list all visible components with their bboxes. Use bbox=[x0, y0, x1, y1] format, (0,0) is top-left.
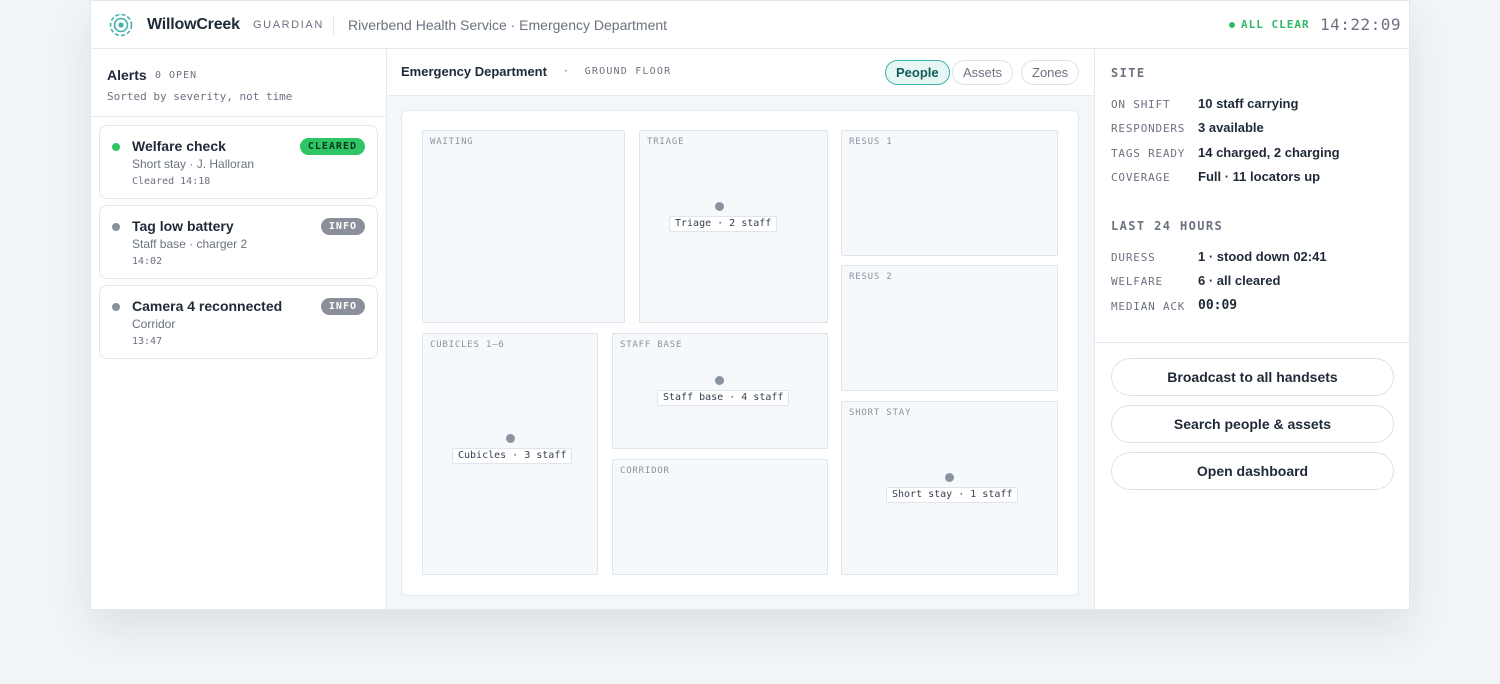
alert-title: Camera 4 reconnected bbox=[132, 298, 283, 314]
system-status: ALL CLEAR bbox=[1229, 18, 1310, 31]
alert-title: Welfare check bbox=[132, 138, 226, 154]
last24-value: 6 · all cleared bbox=[1198, 273, 1281, 288]
zone-staff-base[interactable]: STAFF BASE Staff base · 4 staff bbox=[612, 333, 828, 449]
zone-waiting[interactable]: WAITING bbox=[422, 130, 625, 323]
alert-location: Short stay · J. Halloran bbox=[132, 157, 255, 171]
alert-status-dot-icon bbox=[112, 143, 120, 151]
site-key: ON SHIFT bbox=[1111, 98, 1171, 111]
staff-marker-icon[interactable] bbox=[715, 376, 724, 385]
alert-status-dot-icon bbox=[112, 223, 120, 231]
staff-marker-icon[interactable] bbox=[506, 434, 515, 443]
last24-key: WELFARE bbox=[1111, 275, 1163, 288]
site-key: COVERAGE bbox=[1111, 171, 1171, 184]
site-key: TAGS READY bbox=[1111, 147, 1186, 160]
zone-label: WAITING bbox=[430, 137, 474, 147]
map-floor: · GROUND FLOOR bbox=[563, 66, 672, 77]
alert-card-tag-low-battery[interactable]: Tag low battery Staff base · charger 2 1… bbox=[99, 205, 378, 279]
view-tab-assets[interactable]: Assets bbox=[952, 60, 1014, 85]
site-value: 3 available bbox=[1198, 120, 1264, 135]
map-header: Emergency Department · GROUND FLOOR Peop… bbox=[387, 49, 1094, 96]
alert-location: Corridor bbox=[132, 317, 176, 331]
staff-marker-icon[interactable] bbox=[715, 202, 724, 211]
zone-short-stay[interactable]: SHORT STAY Short stay · 1 staff bbox=[841, 401, 1058, 575]
zone-label: TRIAGE bbox=[647, 137, 685, 147]
site-value: 10 staff carrying bbox=[1198, 96, 1299, 111]
staff-marker-label: Short stay · 1 staff bbox=[886, 487, 1019, 503]
willowcreek-logo-icon bbox=[109, 13, 133, 37]
last24-section-title: LAST 24 HOURS bbox=[1111, 219, 1224, 233]
floor-map-panel: Emergency Department · GROUND FLOOR Peop… bbox=[387, 49, 1094, 609]
alert-card-welfare-check[interactable]: Welfare check Short stay · J. Halloran C… bbox=[99, 125, 378, 199]
staff-marker-label: Staff base · 4 staff bbox=[657, 390, 790, 406]
alerts-title: Alerts bbox=[107, 67, 147, 83]
site-panel: SITE ON SHIFT 10 staff carrying RESPONDE… bbox=[1094, 49, 1409, 609]
zone-label: CORRIDOR bbox=[620, 466, 670, 476]
zone-label: RESUS 2 bbox=[849, 272, 893, 282]
alert-time: 13:47 bbox=[132, 336, 163, 347]
clock: 14:22:09 bbox=[1320, 15, 1402, 34]
app-window: WillowCreek GUARDIAN Riverbend Health Se… bbox=[90, 0, 1410, 610]
alerts-count: 0 OPEN bbox=[155, 70, 198, 81]
alert-card-camera-reconnected[interactable]: Camera 4 reconnected Corridor 13:47 INFO bbox=[99, 285, 378, 359]
staff-marker-icon[interactable] bbox=[945, 473, 954, 482]
alert-time: 14:02 bbox=[132, 256, 163, 267]
staff-marker-label: Cubicles · 3 staff bbox=[452, 448, 573, 464]
zone-label: SHORT STAY bbox=[849, 408, 912, 418]
alert-title: Tag low battery bbox=[132, 218, 234, 234]
alert-status-dot-icon bbox=[112, 303, 120, 311]
open-dashboard-button[interactable]: Open dashboard bbox=[1111, 452, 1394, 490]
alert-badge: INFO bbox=[320, 218, 365, 235]
alert-badge: CLEARED bbox=[299, 138, 365, 155]
site-key: RESPONDERS bbox=[1111, 122, 1186, 135]
brand-name: WillowCreek bbox=[147, 16, 240, 33]
floor-map: WAITING TRIAGE Triage · 2 staff RESUS 1 … bbox=[401, 110, 1079, 596]
zone-label: CUBICLES 1–6 bbox=[430, 340, 505, 350]
alerts-header: Alerts 0 OPEN Sorted by severity, not ti… bbox=[91, 49, 386, 117]
zone-resus-2[interactable]: RESUS 2 bbox=[841, 265, 1058, 391]
brand-product: GUARDIAN bbox=[253, 19, 324, 31]
zone-cubicles[interactable]: CUBICLES 1–6 Cubicles · 3 staff bbox=[422, 333, 598, 575]
last24-value: 00:09 bbox=[1198, 298, 1238, 313]
zone-triage[interactable]: TRIAGE Triage · 2 staff bbox=[639, 130, 828, 323]
last24-key: DURESS bbox=[1111, 251, 1156, 264]
staff-marker-label: Triage · 2 staff bbox=[669, 216, 778, 232]
last24-key: MEDIAN ACK bbox=[1111, 300, 1186, 313]
site-value: Full · 11 locators up bbox=[1198, 169, 1321, 184]
alerts-sort-note: Sorted by severity, not time bbox=[107, 90, 293, 103]
broadcast-button[interactable]: Broadcast to all handsets bbox=[1111, 358, 1394, 396]
view-tab-zones[interactable]: Zones bbox=[1021, 60, 1080, 85]
map-floor-label: GROUND FLOOR bbox=[584, 66, 672, 77]
status-dot-icon bbox=[1229, 21, 1235, 28]
last24-value: 1 · stood down 02:41 bbox=[1198, 249, 1327, 264]
top-bar: WillowCreek GUARDIAN Riverbend Health Se… bbox=[91, 1, 1409, 49]
view-tab-people[interactable]: People bbox=[885, 60, 950, 85]
site-value: 14 charged, 2 charging bbox=[1198, 145, 1340, 160]
zone-corridor[interactable]: CORRIDOR bbox=[612, 459, 828, 575]
zone-label: STAFF BASE bbox=[620, 340, 683, 350]
alert-badge: INFO bbox=[320, 298, 365, 315]
right-panel-divider bbox=[1095, 342, 1409, 343]
map-title: Emergency Department bbox=[401, 64, 547, 79]
site-section-title: SITE bbox=[1111, 66, 1146, 80]
header-divider bbox=[333, 15, 334, 35]
status-label: ALL CLEAR bbox=[1241, 18, 1310, 31]
search-people-assets-button[interactable]: Search people & assets bbox=[1111, 405, 1394, 443]
alerts-panel: Alerts 0 OPEN Sorted by severity, not ti… bbox=[91, 49, 387, 609]
zone-label: RESUS 1 bbox=[849, 137, 893, 147]
zone-resus-1[interactable]: RESUS 1 bbox=[841, 130, 1058, 256]
alert-location: Staff base · charger 2 bbox=[132, 237, 248, 251]
alert-time: Cleared 14:18 bbox=[132, 176, 211, 187]
breadcrumb: Riverbend Health Service · Emergency Dep… bbox=[348, 17, 668, 33]
